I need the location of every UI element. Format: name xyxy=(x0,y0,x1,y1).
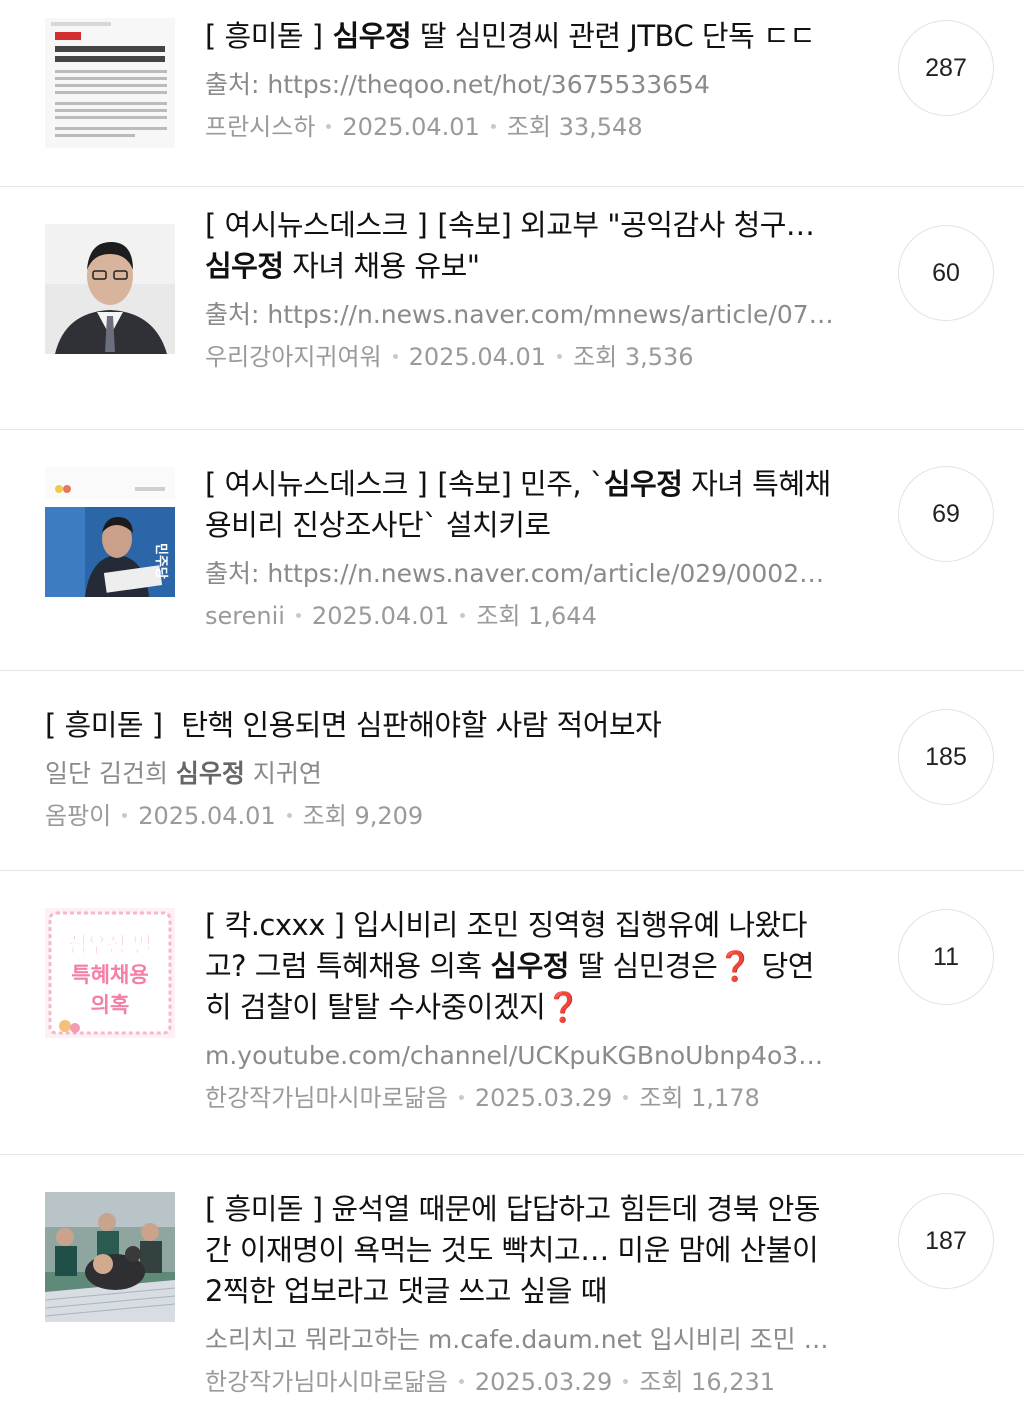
post-source: 출처: https://theqoo.net/hot/3675533654 xyxy=(205,70,710,99)
separator-dot xyxy=(458,1094,464,1100)
title-text: 탄핵 인용되면 심판해야할 사람 적어보자 xyxy=(172,708,662,742)
pink-card-image: 심우정 딸 특혜채용 의혹 xyxy=(45,908,175,1038)
list-item[interactable]: [ 여시뉴스데스크 ] [속보] 외교부 "공익감사 청구… 심우정 자녀 채용 유… xyxy=(0,187,1024,430)
date: 2025.03.29 xyxy=(474,1368,613,1396)
comment-count[interactable]: 11 xyxy=(898,909,994,1005)
post-title[interactable]: [ 여시뉴스데스크 ] [속보] 외교부 "공익감사 청구… 심우정 자녀 채용 유… xyxy=(205,205,834,287)
preview-text: 일단 김건희 xyxy=(45,759,176,788)
comment-count[interactable]: 187 xyxy=(898,1193,994,1289)
post-meta: 우리강아지귀여워 2025.04.01 조회 3,536 xyxy=(205,340,834,374)
question-mark-icon: ❓ xyxy=(545,990,581,1024)
board-tag: [ 흥미돋 ] xyxy=(205,1192,323,1226)
card-line1: 심우정 딸 xyxy=(68,933,153,957)
view-count: 조회 9,209 xyxy=(302,802,424,830)
wall-sign-text: 민주당 xyxy=(153,543,169,579)
post-preview: 소리치고 뭐라고하는 m.cafe.daum.net 입시비리 조민 징… xyxy=(205,1325,834,1354)
view-count: 조회 16,231 xyxy=(639,1368,776,1396)
title-text: 딸 심민경씨 관련 JTBC 단독 ㄷㄷ xyxy=(411,19,816,53)
date: 2025.04.01 xyxy=(342,113,480,141)
date: 2025.04.01 xyxy=(408,343,547,371)
post-meta: serenii 2025.04.01 조회 1,644 xyxy=(205,599,834,633)
author: 프란시스하 xyxy=(205,113,316,141)
comment-count[interactable]: 287 xyxy=(898,20,994,116)
list-item[interactable]: 심우정 딸 특혜채용 의혹 [ 칵.cxxx ] 입시비리 조민 징역형 집행유… xyxy=(0,871,1024,1155)
board-tag: [ 칵.cxxx ] xyxy=(205,908,345,942)
list-item[interactable]: [ 흥미돋 ] 윤석열 때문에 답답하고 힘든데 경북 안동 간 이재명이 욕먹… xyxy=(0,1155,1024,1420)
separator-dot xyxy=(326,123,332,129)
title-text: 자녀 채용 유보" xyxy=(283,249,480,283)
post-thumbnail[interactable] xyxy=(45,1192,175,1322)
post-source: 출처: https://n.news.naver.com/mnews/artic… xyxy=(205,300,834,329)
post-meta: 한강작가님마시마로닮음 2025.03.29 조회 1,178 xyxy=(205,1081,834,1115)
press-conference-image: 민주당 xyxy=(45,467,175,597)
board-tag: [ 여시뉴스데스크 ] xyxy=(205,467,428,501)
highlight-keyword: 심우정 xyxy=(603,467,683,501)
author: 한강작가님마시마로닮음 xyxy=(205,1084,448,1112)
highlight-keyword: 심우정 xyxy=(205,249,284,283)
post-thumbnail[interactable] xyxy=(45,224,175,354)
post-thumbnail[interactable]: 민주당 xyxy=(45,467,175,597)
comment-count[interactable]: 185 xyxy=(898,709,994,805)
date: 2025.03.29 xyxy=(474,1084,613,1112)
post-thumbnail[interactable] xyxy=(45,18,175,148)
highlight-keyword: 심우정 xyxy=(332,19,412,53)
post-meta: 프란시스하 2025.04.01 조회 33,548 xyxy=(205,110,834,144)
view-count: 조회 1,644 xyxy=(476,602,597,630)
board-tag: [ 흥미돋 ] xyxy=(45,708,163,742)
post-meta: 옴팡이 2025.04.01 조회 9,209 xyxy=(45,799,834,833)
post-meta: 한강작가님마시마로닮음 2025.03.29 조회 16,231 xyxy=(205,1365,834,1399)
list-item[interactable]: 민주당 [ 여시뉴스데스크 ] [속보] 민주, `심우정 자녀 특혜채용비리 진… xyxy=(0,430,1024,671)
list-item[interactable]: [ 흥미돋 ] 탄핵 인용되면 심판해야할 사람 적어보자 일단 김건희 심우정… xyxy=(0,671,1024,871)
separator-dot xyxy=(557,353,563,359)
news-capture-image xyxy=(45,18,175,148)
separator-dot xyxy=(623,1094,629,1100)
date: 2025.04.01 xyxy=(311,602,450,630)
card-line2: 특혜채용 xyxy=(71,963,148,987)
highlight-keyword: 심우정 xyxy=(490,949,569,983)
person-photo-image xyxy=(45,224,175,354)
separator-dot xyxy=(460,612,466,618)
title-text: [속보] 민주, ` xyxy=(437,467,604,501)
comment-count[interactable]: 60 xyxy=(898,225,994,321)
comment-count[interactable]: 69 xyxy=(898,466,994,562)
date: 2025.04.01 xyxy=(138,802,276,830)
author: 우리강아지귀여워 xyxy=(205,343,382,371)
view-count: 조회 33,548 xyxy=(506,113,643,141)
post-preview: 일단 김건희 심우정 지귀연 xyxy=(45,756,834,792)
list-item[interactable]: [ 흥미돋 ] 심우정 딸 심민경씨 관련 JTBC 단독 ㄷㄷ 출처: http… xyxy=(0,0,1024,187)
post-title[interactable]: [ 흥미돋 ] 윤석열 때문에 답답하고 힘든데 경북 안동 간 이재명이 욕먹… xyxy=(205,1189,834,1312)
separator-dot xyxy=(286,812,292,818)
title-text: [속보] 외교부 "공익감사 청구… xyxy=(437,208,815,242)
title-text: 딸 심민경은 xyxy=(568,949,718,983)
post-title[interactable]: [ 여시뉴스데스크 ] [속보] 민주, `심우정 자녀 특혜채용비리 진상조사단… xyxy=(205,464,834,546)
post-title[interactable]: [ 흥미돋 ] 탄핵 인용되면 심판해야할 사람 적어보자 xyxy=(45,705,834,746)
board-tag: [ 흥미돋 ] xyxy=(205,19,323,53)
post-thumbnail[interactable]: 심우정 딸 특혜채용 의혹 xyxy=(45,908,175,1038)
post-title[interactable]: [ 칵.cxxx ] 입시비리 조민 징역형 집행유예 나왔다고? 그럼 특혜채… xyxy=(205,905,834,1028)
separator-dot xyxy=(490,123,496,129)
author: 한강작가님마시마로닮음 xyxy=(205,1368,448,1396)
separator-dot xyxy=(295,612,301,618)
separator-dot xyxy=(392,353,398,359)
post-list: [ 흥미돋 ] 심우정 딸 심민경씨 관련 JTBC 단독 ㄷㄷ 출처: http… xyxy=(0,0,1024,1420)
post-title[interactable]: [ 흥미돋 ] 심우정 딸 심민경씨 관련 JTBC 단독 ㄷㄷ xyxy=(205,16,834,57)
card-line3: 의혹 xyxy=(91,993,130,1017)
author: serenii xyxy=(205,602,285,630)
author: 옴팡이 xyxy=(45,802,112,830)
post-source: m.youtube.com/channel/UCKpuKGBnoUbnp4o35… xyxy=(205,1041,834,1070)
question-mark-icon: ❓ xyxy=(717,949,753,983)
separator-dot xyxy=(458,1378,464,1384)
separator-dot xyxy=(623,1378,629,1384)
crowd-photo-image xyxy=(45,1192,175,1322)
board-tag: [ 여시뉴스데스크 ] xyxy=(205,208,428,242)
view-count: 조회 1,178 xyxy=(639,1084,760,1112)
highlight-keyword: 심우정 xyxy=(175,759,245,788)
post-source: 출처: https://n.news.naver.com/article/029… xyxy=(205,559,834,588)
view-count: 조회 3,536 xyxy=(573,343,694,371)
preview-text: 지귀연 xyxy=(244,759,322,788)
separator-dot xyxy=(122,812,128,818)
